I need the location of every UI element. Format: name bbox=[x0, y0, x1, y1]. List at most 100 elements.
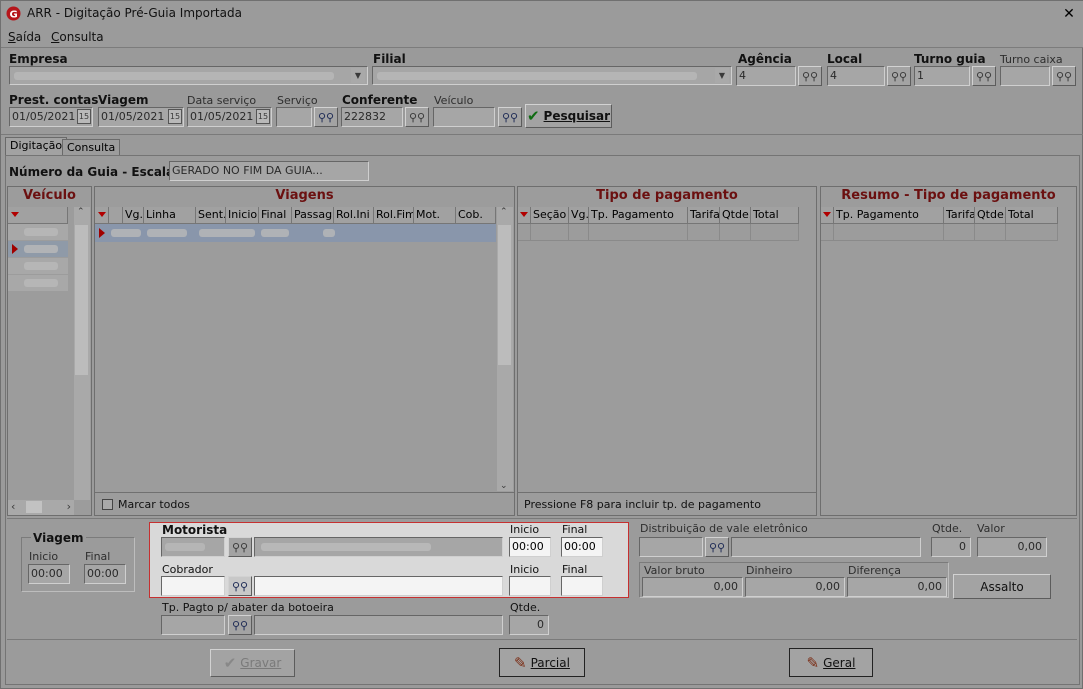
cobrador-inicio-input[interactable] bbox=[509, 576, 551, 596]
col-resumo-tarifa[interactable]: Tarifa bbox=[944, 207, 975, 224]
calendar-icon[interactable]: 15 bbox=[256, 109, 270, 124]
chevron-up-icon[interactable]: ⌃ bbox=[77, 207, 85, 217]
diferenca-input[interactable]: 0,00 bbox=[847, 577, 947, 597]
servico-search-button[interactable]: ⚲⚲ bbox=[314, 107, 338, 127]
close-button[interactable]: ✕ bbox=[1059, 4, 1079, 24]
cobrador-name-input[interactable] bbox=[254, 576, 503, 596]
col-inicio[interactable]: Inicio bbox=[226, 207, 259, 224]
chevron-up-icon[interactable]: ⌃ bbox=[500, 207, 508, 217]
viagem-inicio-label: Inicio bbox=[29, 550, 59, 563]
col-resumo-total[interactable]: Total bbox=[1006, 207, 1058, 224]
calendar-icon[interactable]: 15 bbox=[168, 109, 182, 124]
veiculo-vscrollbar[interactable]: ⌃ bbox=[74, 207, 90, 500]
col-sent[interactable]: Sent. bbox=[196, 207, 226, 224]
col-final[interactable]: Final bbox=[259, 207, 292, 224]
tp-pagto-code-input[interactable] bbox=[161, 615, 225, 635]
empresa-select[interactable]: ▼ bbox=[9, 66, 368, 85]
turno-caixa-search-button[interactable]: ⚲⚲ bbox=[1052, 66, 1076, 86]
dinheiro-input[interactable]: 0,00 bbox=[745, 577, 845, 597]
conferente-search-button[interactable]: ⚲⚲ bbox=[405, 107, 429, 127]
cobrador-final-input[interactable] bbox=[561, 576, 603, 596]
col-secao[interactable]: Seção bbox=[531, 207, 569, 224]
col-total[interactable]: Total bbox=[751, 207, 799, 224]
motorista-final-label: Final bbox=[562, 523, 588, 536]
distribuicao-name-input[interactable] bbox=[731, 537, 921, 557]
turno-caixa-input[interactable] bbox=[1000, 66, 1050, 86]
veiculo-search-button[interactable]: ⚲⚲ bbox=[498, 107, 522, 127]
tp-pagto-search-button[interactable]: ⚲⚲ bbox=[228, 615, 252, 635]
col-qtde[interactable]: Qtde. bbox=[720, 207, 751, 224]
motorista-inicio-input[interactable]: 00:00 bbox=[509, 537, 551, 557]
agencia-search-button[interactable]: ⚲⚲ bbox=[798, 66, 822, 86]
motorista-final-input[interactable]: 00:00 bbox=[561, 537, 603, 557]
col-cob[interactable]: Cob. bbox=[456, 207, 496, 224]
col-vg[interactable]: Vg. bbox=[123, 207, 144, 224]
cobrador-label: Cobrador bbox=[162, 563, 213, 576]
marcar-todos-checkbox[interactable] bbox=[102, 499, 113, 510]
distribuicao-code-input[interactable] bbox=[639, 537, 703, 557]
col-rol-ini[interactable]: Rol.Ini bbox=[334, 207, 374, 224]
col-rol-fim[interactable]: Rol.Fim bbox=[374, 207, 414, 224]
viagens-vscrollbar[interactable]: ⌃ ⌄ bbox=[497, 207, 513, 491]
pesquisar-button[interactable]: ✔ Pesquisar bbox=[525, 104, 612, 128]
calendar-icon[interactable]: 15 bbox=[77, 109, 91, 124]
veiculo-row[interactable] bbox=[8, 258, 68, 274]
local-search-button[interactable]: ⚲⚲ bbox=[887, 66, 911, 86]
data-servico-input[interactable]: 01/05/2021 15 bbox=[187, 107, 272, 127]
chevron-right-icon[interactable]: › bbox=[67, 500, 71, 513]
prest-contas-input[interactable]: 01/05/2021 15 bbox=[9, 107, 93, 127]
col-resumo-qtde[interactable]: Qtde. bbox=[975, 207, 1006, 224]
veiculo-row[interactable] bbox=[8, 241, 68, 257]
veiculo-row[interactable] bbox=[8, 224, 68, 240]
filial-select[interactable]: ▼ bbox=[372, 66, 732, 85]
col-tipo-vg[interactable]: Vg. bbox=[569, 207, 589, 224]
veiculo-scroll-thumb[interactable] bbox=[75, 225, 88, 375]
col-mot[interactable]: Mot. bbox=[414, 207, 456, 224]
valor-bruto-input[interactable]: 0,00 bbox=[642, 577, 743, 597]
veiculo-row[interactable] bbox=[8, 275, 68, 291]
tp-pagto-name-input[interactable] bbox=[254, 615, 503, 635]
col-tarifa[interactable]: Tarifa bbox=[688, 207, 720, 224]
distribuicao-qtde-input[interactable]: 0 bbox=[931, 537, 971, 557]
turno-guia-input[interactable]: 1 bbox=[914, 66, 970, 86]
assalto-button[interactable]: Assalto bbox=[953, 574, 1051, 599]
viagem-date-input[interactable]: 01/05/2021 15 bbox=[98, 107, 184, 127]
col-passag[interactable]: Passag. bbox=[292, 207, 334, 224]
viagens-scroll-thumb[interactable] bbox=[498, 225, 511, 365]
motorista-search-button[interactable]: ⚲⚲ bbox=[228, 537, 252, 557]
chevron-down-icon[interactable]: ▼ bbox=[351, 68, 365, 83]
motorista-name-input[interactable] bbox=[254, 537, 503, 557]
motorista-code-input[interactable] bbox=[161, 537, 225, 557]
blurred-linha bbox=[147, 229, 187, 237]
distribuicao-valor-input[interactable]: 0,00 bbox=[977, 537, 1047, 557]
veiculo-hscroll-thumb[interactable] bbox=[26, 501, 42, 513]
viagem-final-input[interactable]: 00:00 bbox=[84, 564, 126, 584]
chevron-left-icon[interactable]: ‹ bbox=[11, 500, 15, 513]
veiculo-input[interactable] bbox=[433, 107, 495, 127]
agencia-input[interactable]: 4 bbox=[736, 66, 796, 86]
tab-consulta[interactable]: Consulta bbox=[62, 139, 121, 155]
distribuicao-search-button[interactable]: ⚲⚲ bbox=[705, 537, 729, 557]
local-input[interactable]: 4 bbox=[827, 66, 885, 86]
col-tp-pagamento[interactable]: Tp. Pagamento bbox=[589, 207, 688, 224]
tp-pagto-qtde-input[interactable]: 0 bbox=[509, 615, 549, 635]
chevron-down-icon[interactable]: ▼ bbox=[715, 68, 729, 83]
parcial-button[interactable]: ✎ Parcial bbox=[499, 648, 585, 677]
col-linha[interactable]: Linha bbox=[144, 207, 196, 224]
viagem-inicio-input[interactable]: 00:00 bbox=[28, 564, 70, 584]
col-resumo-tp-pagamento[interactable]: Tp. Pagamento bbox=[834, 207, 944, 224]
guia-input[interactable]: GERADO NO FIM DA GUIA... bbox=[169, 161, 369, 181]
tab-digitacao[interactable]: Digitação bbox=[5, 137, 68, 155]
veiculo-hscrollbar[interactable]: ‹ › bbox=[8, 500, 74, 515]
cobrador-search-button[interactable]: ⚲⚲ bbox=[228, 576, 252, 596]
menu-consulta[interactable]: Consulta bbox=[51, 30, 104, 44]
turno-guia-search-button[interactable]: ⚲⚲ bbox=[972, 66, 996, 86]
geral-button[interactable]: ✎ Geral bbox=[789, 648, 873, 677]
conferente-input[interactable]: 222832 bbox=[341, 107, 403, 127]
servico-input[interactable] bbox=[276, 107, 312, 127]
chevron-down-icon[interactable]: ⌄ bbox=[500, 481, 508, 491]
menu-saida[interactable]: Saída bbox=[8, 30, 41, 44]
gravar-button[interactable]: ✔ Gravar bbox=[210, 649, 295, 677]
cobrador-code-input[interactable] bbox=[161, 576, 225, 596]
viagens-row[interactable] bbox=[95, 224, 496, 242]
